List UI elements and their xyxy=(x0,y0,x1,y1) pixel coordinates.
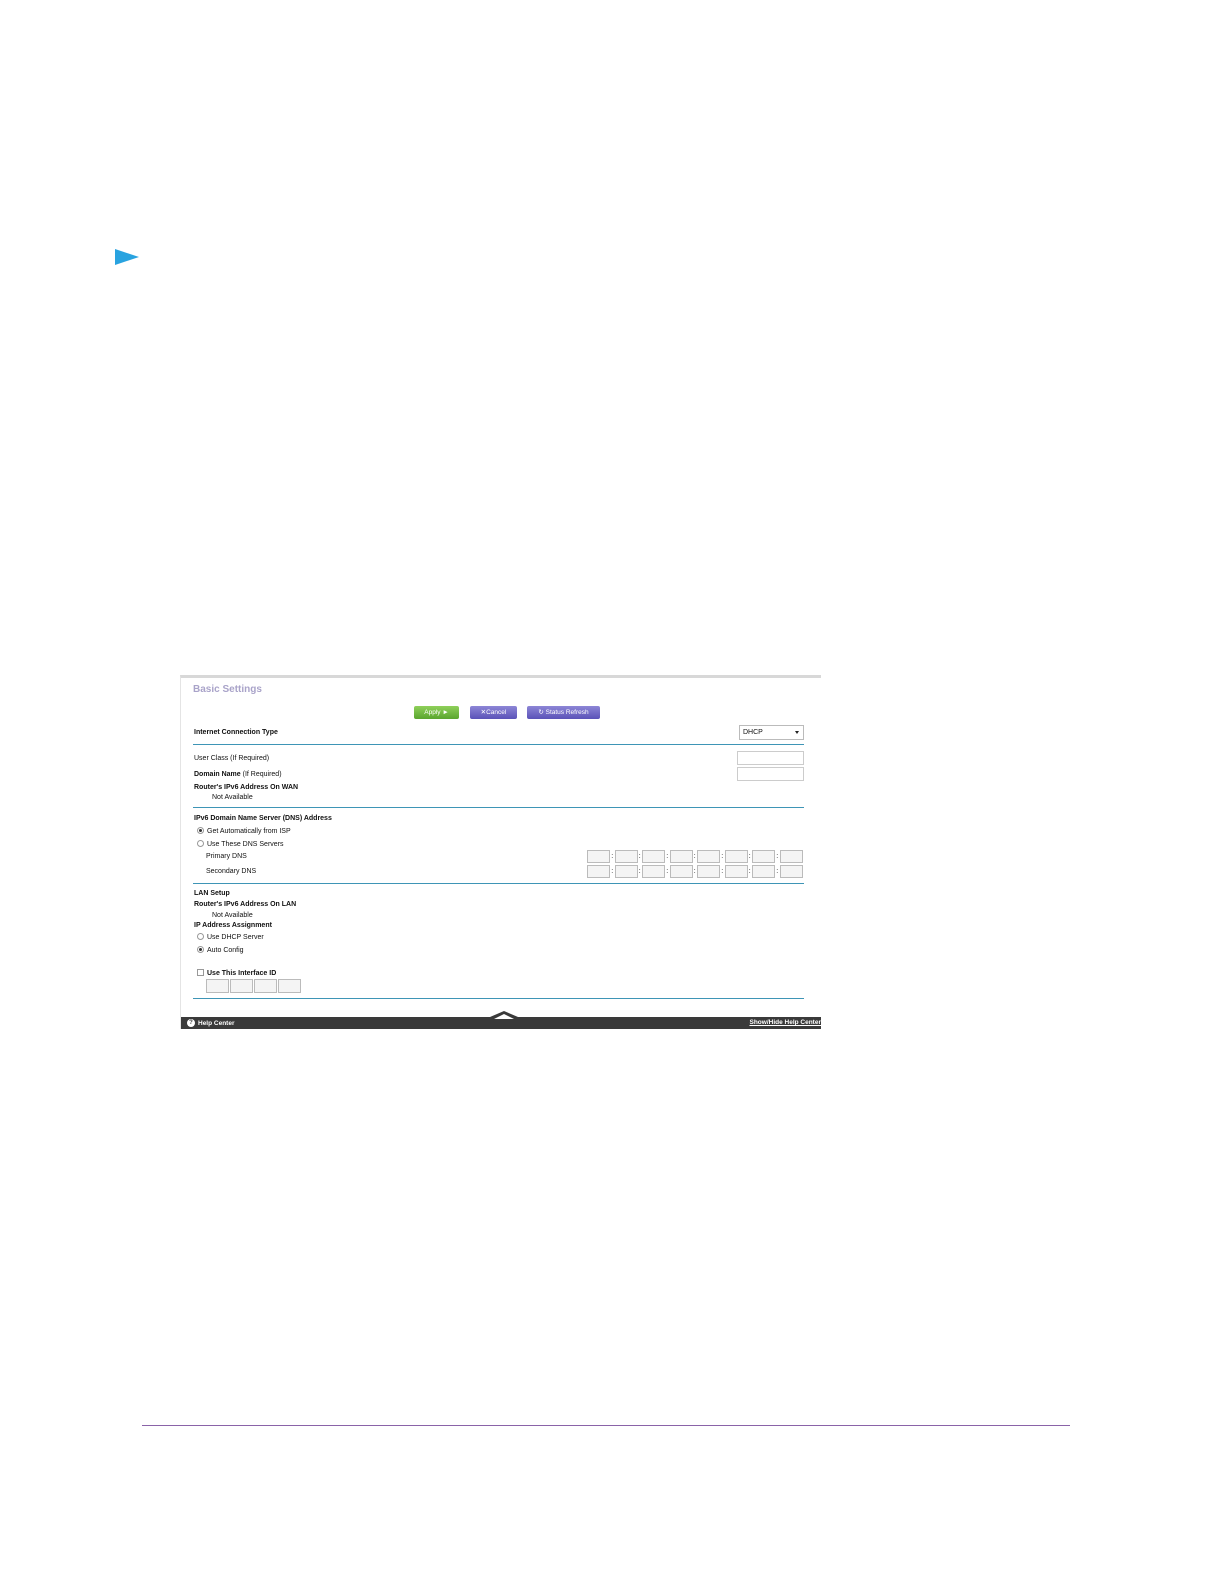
divider xyxy=(193,807,804,808)
secondary-dns-octet-8[interactable] xyxy=(779,865,803,878)
wan-address-value: Not Available xyxy=(212,794,253,801)
primary-dns-octet-4[interactable] xyxy=(669,850,693,863)
primary-dns-octet-7[interactable] xyxy=(752,850,775,863)
primary-dns-octet-1[interactable] xyxy=(587,850,610,863)
primary-dns-fields: : : : : : : : xyxy=(587,850,803,863)
cancel-button[interactable]: ✕Cancel xyxy=(470,706,517,719)
interface-id-octet-3[interactable] xyxy=(254,979,277,993)
interface-id-octet-4[interactable] xyxy=(278,979,301,993)
user-class-label: User Class (If Required) xyxy=(194,755,270,762)
secondary-dns-octet-4[interactable] xyxy=(669,865,693,878)
basic-settings-screenshot: Basic Settings Apply ► ✕Cancel ↻ Status … xyxy=(180,675,821,1029)
dns-auto-label: Get Automatically from ISP xyxy=(207,828,291,835)
interface-id-checkbox[interactable] xyxy=(197,969,204,976)
interface-id-octet-1[interactable] xyxy=(206,979,229,993)
lan-address-value: Not Available xyxy=(212,912,253,919)
show-hide-help-link[interactable]: Show/Hide Help Center xyxy=(749,1019,821,1026)
use-dhcp-radio[interactable] xyxy=(197,933,204,940)
page-footer-divider xyxy=(142,1425,1070,1426)
dns-auto-radio[interactable] xyxy=(197,827,204,834)
user-class-input[interactable] xyxy=(737,751,804,765)
use-dhcp-label: Use DHCP Server xyxy=(207,934,264,941)
domain-name-label: Domain Name (If Required) xyxy=(194,771,282,778)
chevron-down-icon xyxy=(795,731,799,734)
secondary-dns-octet-6[interactable] xyxy=(724,865,748,878)
connection-type-select[interactable]: DHCP xyxy=(739,725,804,740)
divider xyxy=(193,998,804,999)
dns-manual-radio[interactable] xyxy=(197,840,204,847)
secondary-dns-octet-7[interactable] xyxy=(752,865,775,878)
help-icon: ? xyxy=(187,1019,195,1027)
secondary-dns-octet-1[interactable] xyxy=(587,865,610,878)
primary-dns-label: Primary DNS xyxy=(206,853,247,860)
ip-assignment-label: IP Address Assignment xyxy=(194,922,272,929)
secondary-dns-octet-3[interactable] xyxy=(642,865,665,878)
secondary-dns-fields: : : : : : : : xyxy=(587,865,803,878)
refresh-icon: ↻ xyxy=(538,709,546,716)
help-center-label: ? Help Center xyxy=(187,1019,234,1027)
dns-manual-label: Use These DNS Servers xyxy=(207,841,284,848)
cancel-button-label: Cancel xyxy=(486,709,507,716)
dns-heading: IPv6 Domain Name Server (DNS) Address xyxy=(194,815,332,822)
status-refresh-label: Status Refresh xyxy=(545,709,589,716)
primary-dns-octet-8[interactable] xyxy=(779,850,803,863)
chevron-up-icon xyxy=(494,1014,514,1019)
lan-address-label: Router's IPv6 Address On LAN xyxy=(194,901,297,908)
wan-address-label: Router's IPv6 Address On WAN xyxy=(194,784,299,791)
interface-id-fields xyxy=(206,979,301,993)
divider xyxy=(193,744,804,745)
divider xyxy=(193,883,804,884)
interface-id-label: Use This Interface ID xyxy=(207,970,277,977)
status-refresh-button[interactable]: ↻ Status Refresh xyxy=(527,706,600,719)
auto-config-label: Auto Config xyxy=(207,947,244,954)
apply-button[interactable]: Apply ► xyxy=(414,706,459,719)
secondary-dns-label: Secondary DNS xyxy=(206,868,257,875)
domain-name-input[interactable] xyxy=(737,767,804,781)
interface-id-octet-2[interactable] xyxy=(230,979,253,993)
help-center-bar: ? Help Center Show/Hide Help Center xyxy=(181,1011,821,1029)
internet-connection-type-label: Internet Connection Type xyxy=(194,729,278,736)
lan-setup-heading: LAN Setup xyxy=(194,890,230,897)
help-center-text: Help Center xyxy=(198,1019,235,1027)
domain-name-label-bold: Domain Name xyxy=(194,771,241,778)
primary-dns-octet-5[interactable] xyxy=(697,850,720,863)
primary-dns-octet-6[interactable] xyxy=(724,850,748,863)
connection-type-value: DHCP xyxy=(743,729,763,736)
step-arrow-icon xyxy=(115,249,139,265)
domain-name-label-rest: (If Required) xyxy=(240,771,282,778)
auto-config-radio[interactable] xyxy=(197,946,204,953)
secondary-dns-octet-5[interactable] xyxy=(697,865,720,878)
page-title: Basic Settings xyxy=(193,684,262,695)
secondary-dns-octet-2[interactable] xyxy=(614,865,638,878)
primary-dns-octet-2[interactable] xyxy=(614,850,638,863)
primary-dns-octet-3[interactable] xyxy=(642,850,665,863)
